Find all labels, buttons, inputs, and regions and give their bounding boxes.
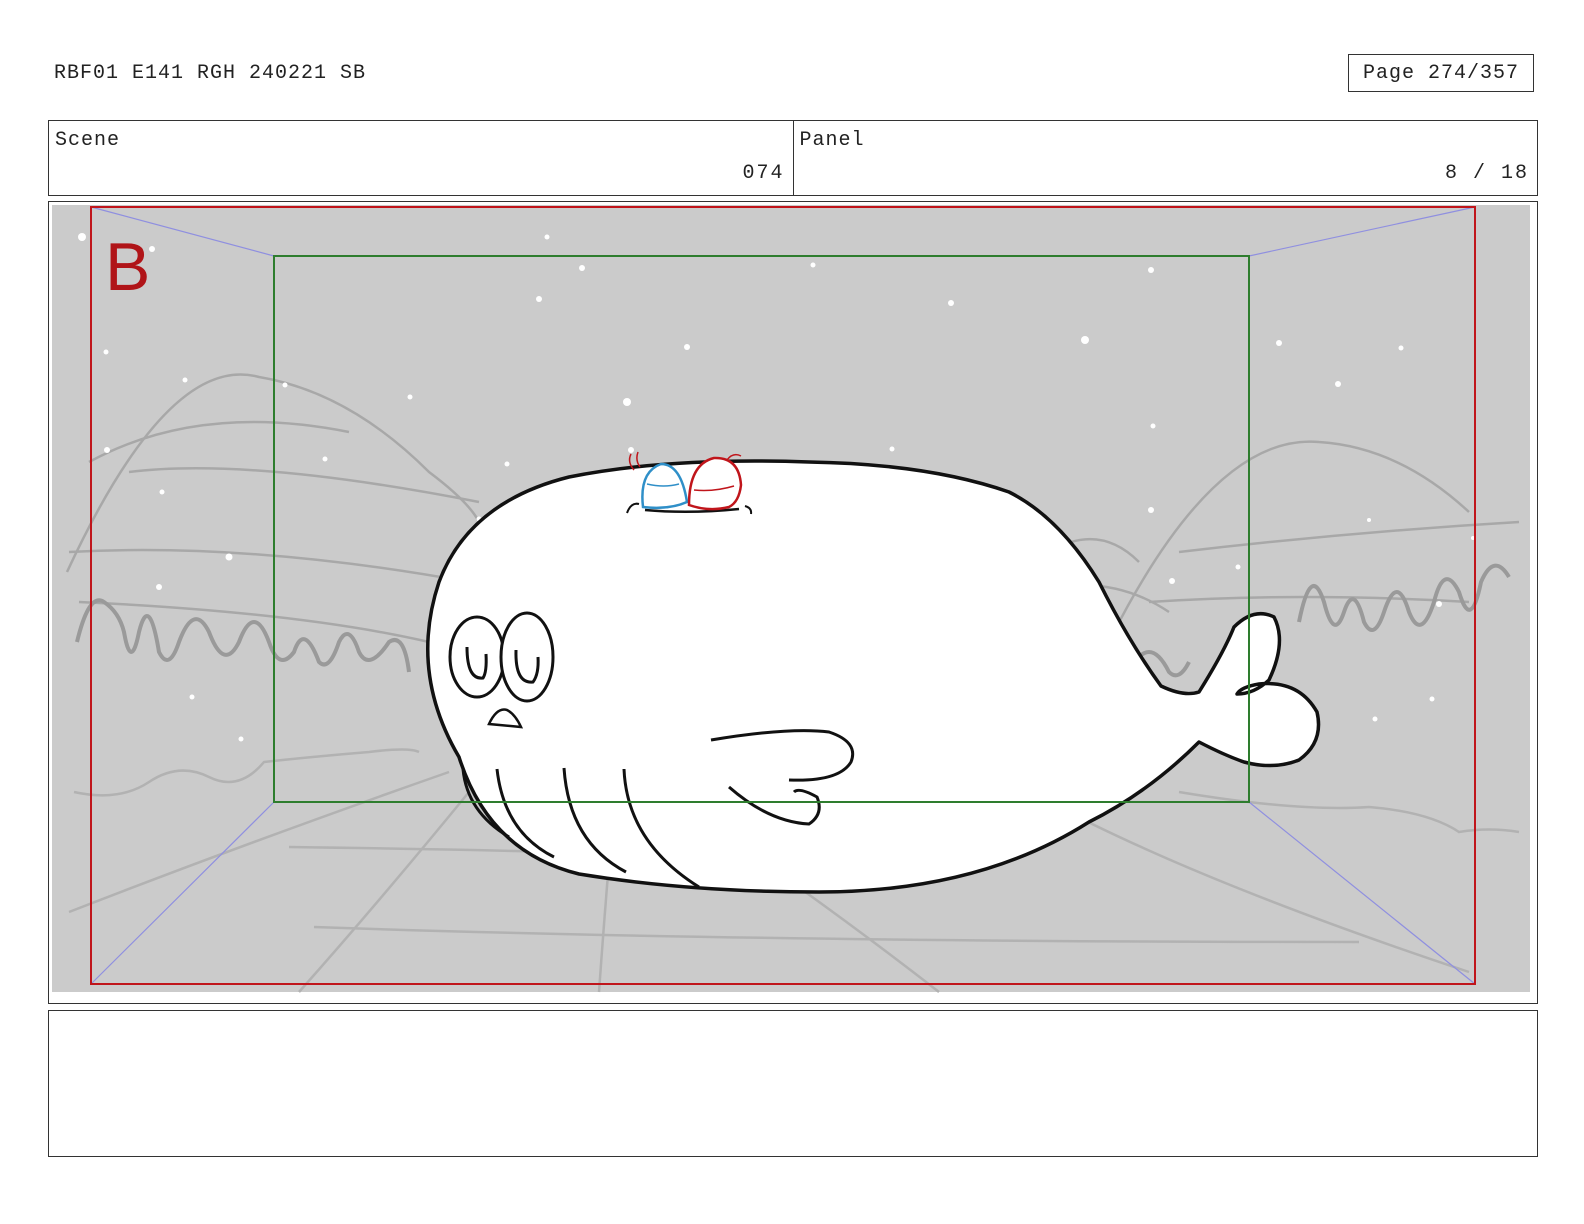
panel-drawing: B: [52, 205, 1530, 993]
notes-area: [48, 1010, 1538, 1157]
panel-cell: Panel 8 / 18: [792, 121, 1538, 195]
scene-cell: Scene 074: [49, 121, 793, 195]
panel-label: Panel: [799, 129, 865, 152]
panel-number: 8 / 18: [1444, 162, 1529, 185]
storyboard-panel: B: [48, 201, 1538, 1004]
document-title: RBF01 E141 RGH 240221 SB: [54, 62, 367, 85]
scene-number: 074: [742, 162, 785, 185]
scene-panel-info: Scene 074 Panel 8 / 18: [48, 120, 1538, 196]
scene-label: Scene: [55, 129, 121, 152]
page-number: Page 274/357: [1348, 54, 1534, 92]
frame-mark-b: B: [105, 229, 150, 305]
